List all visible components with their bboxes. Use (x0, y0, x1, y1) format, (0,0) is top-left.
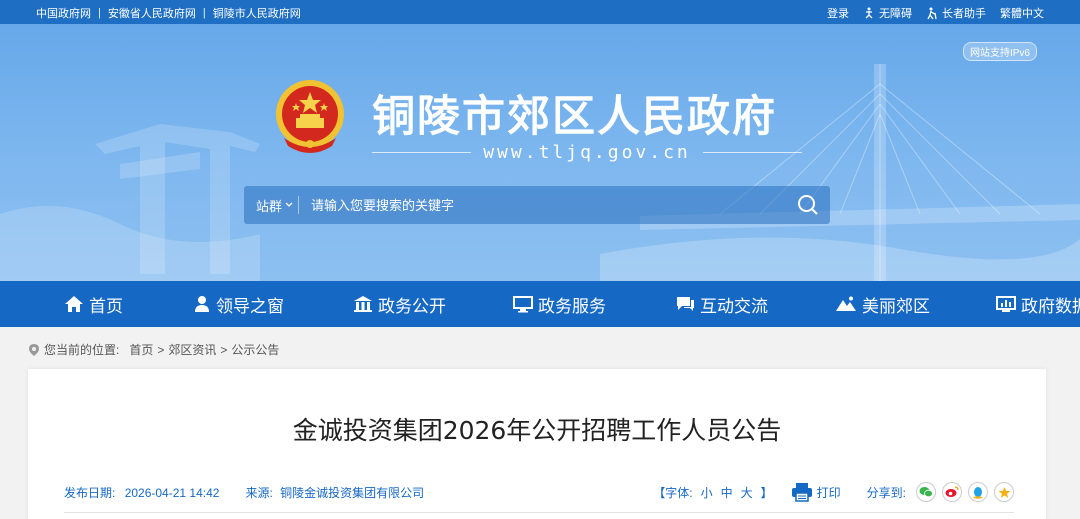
source-value: 铜陵金诚投资集团有限公司 (280, 486, 425, 500)
nav-item-label: 首页 (89, 296, 123, 316)
breadcrumb-separator: > (220, 342, 228, 357)
article-meta: 发布日期: 2026-04-21 14:42 来源: 铜陵金诚投资集团有限公司 … (64, 482, 1014, 502)
source-label: 来源: (245, 486, 273, 500)
weibo-icon (945, 486, 959, 497)
search-icon (798, 195, 818, 215)
chat-icon (677, 297, 694, 311)
font-size-label: 【字体: (653, 485, 693, 500)
qzone-star-icon (998, 486, 1010, 498)
login-link[interactable]: 登录 (827, 5, 849, 21)
accessibility-link[interactable]: 无障碍 (863, 5, 912, 21)
monitor-icon (513, 296, 533, 313)
data-chart-icon (996, 296, 1016, 312)
nav-item-home[interactable]: 首页 (64, 281, 123, 327)
article-source: 来源: 铜陵金诚投资集团有限公司 (245, 484, 424, 501)
traditional-chinese-link[interactable]: 繁體中文 (1000, 5, 1044, 21)
meta-divider (64, 512, 1014, 513)
url-divider-right (702, 151, 802, 153)
link-tongling-gov[interactable]: 铜陵市人民政府网 (213, 5, 301, 21)
font-size-switcher: 【字体: 小 中 大 】 (653, 484, 772, 501)
share-qzone-button[interactable] (994, 482, 1014, 502)
font-size-medium[interactable]: 中 (721, 484, 733, 501)
top-tools: 登录 无障碍 长者助手 繁體中文 (827, 5, 1044, 21)
nav-item-label: 政务服务 (538, 296, 606, 316)
breadcrumb-news[interactable]: 郊区资讯 (168, 341, 216, 358)
font-size-small[interactable]: 小 (701, 484, 713, 501)
publish-date: 发布日期: 2026-04-21 14:42 (64, 484, 219, 501)
search-scope-dropdown[interactable]: 站群 (244, 196, 298, 215)
header-banner: 网站支持IPv6 铜陵市郊区人民政府 www.tljq.gov.cn 站群 (0, 24, 1080, 281)
elder-icon (927, 7, 937, 19)
national-emblem-icon (276, 80, 344, 153)
traditional-label: 繁體中文 (1000, 8, 1044, 20)
nav-item-label: 政务公开 (378, 296, 446, 316)
nav-item-beautiful-suburb[interactable]: 美丽郊区 (835, 281, 930, 327)
search-scope-label: 站群 (256, 198, 283, 214)
search-bar: 站群 (244, 186, 830, 224)
site-url: www.tljq.gov.cn (483, 141, 691, 163)
nav-item-label: 领导之窗 (216, 296, 284, 316)
publish-date-label: 发布日期: (64, 486, 116, 500)
page: 中国政府网 | 安徽省人民政府网 | 铜陵市人民政府网 登录 无障碍 长者助手 … (0, 0, 1080, 519)
article-tools: 【字体: 小 中 大 】 打印 分享到: (653, 482, 1014, 502)
nav-item-gov-services[interactable]: 政务服务 (513, 281, 606, 327)
nav-item-interaction[interactable]: 互动交流 (675, 281, 768, 327)
chevron-down-icon (285, 202, 293, 207)
article-title: 金诚投资集团2026年公开招聘工作人员公告 (292, 416, 782, 445)
separator: | (202, 7, 206, 19)
nav-item-gov-affairs-open[interactable]: 政务公开 (353, 281, 446, 327)
login-label: 登录 (827, 8, 849, 20)
share-wechat-button[interactable] (916, 482, 936, 502)
breadcrumb-prefix: 您当前的位置: (44, 343, 120, 357)
accessibility-icon (865, 7, 873, 18)
publish-date-value: 2026-04-21 14:42 (124, 486, 220, 500)
print-label: 打印 (816, 485, 841, 500)
person-icon (195, 296, 209, 312)
top-bar: 中国政府网 | 安徽省人民政府网 | 铜陵市人民政府网 登录 无障碍 长者助手 … (0, 0, 1080, 24)
nav-item-leaders[interactable]: 领导之窗 (193, 281, 284, 327)
search-button[interactable] (786, 186, 830, 224)
mountain-icon (836, 296, 856, 311)
elder-label: 长者助手 (942, 8, 986, 20)
site-url-row: www.tljq.gov.cn (372, 140, 802, 164)
share-label: 分享到: (866, 485, 906, 500)
share-qq-button[interactable] (968, 482, 988, 502)
breadcrumb-separator: > (157, 342, 165, 357)
qq-icon (973, 486, 983, 499)
site-title: 铜陵市郊区人民政府 (372, 92, 777, 142)
nav-item-label: 互动交流 (700, 296, 768, 316)
breadcrumb: 您当前的位置: 首页 > 郊区资讯 > 公示公告 (28, 341, 279, 358)
home-icon (65, 296, 83, 312)
top-links: 中国政府网 | 安徽省人民政府网 | 铜陵市人民政府网 (36, 5, 301, 21)
font-size-close: 】 (760, 485, 773, 500)
print-button[interactable]: 打印 (791, 482, 841, 502)
accessibility-label: 无障碍 (879, 8, 912, 20)
ipv6-badge: 网站支持IPv6 (962, 42, 1037, 61)
font-size-large[interactable]: 大 (741, 484, 753, 501)
separator: | (98, 7, 101, 19)
article-card: 金诚投资集团2026年公开招聘工作人员公告 发布日期: 2026-04-21 1… (28, 369, 1046, 519)
wechat-icon (919, 487, 933, 498)
article-meta-info: 发布日期: 2026-04-21 14:42 来源: 铜陵金诚投资集团有限公司 (64, 484, 424, 501)
link-anhui-gov[interactable]: 安徽省人民政府网 (108, 5, 196, 21)
search-input[interactable] (299, 197, 786, 213)
breadcrumb-announcements[interactable]: 公示公告 (231, 341, 279, 358)
link-china-gov[interactable]: 中国政府网 (36, 5, 91, 21)
printer-icon (791, 483, 812, 502)
location-pin-icon (29, 343, 39, 356)
nav-item-label: 政府数据 (1021, 296, 1080, 316)
nav-item-label: 美丽郊区 (862, 296, 930, 316)
building-icon (354, 296, 372, 312)
url-divider-left (372, 151, 472, 153)
elder-assistant-link[interactable]: 长者助手 (926, 5, 986, 21)
breadcrumb-home[interactable]: 首页 (129, 341, 153, 358)
share-weibo-button[interactable] (942, 482, 962, 502)
share-section: 分享到: (867, 482, 1014, 502)
nav-item-gov-data[interactable]: 政府数据 (996, 281, 1080, 327)
main-nav: 首页 领导之窗 政务公开 政务服务 互动交流 美丽郊区 政府数据 (0, 281, 1080, 327)
